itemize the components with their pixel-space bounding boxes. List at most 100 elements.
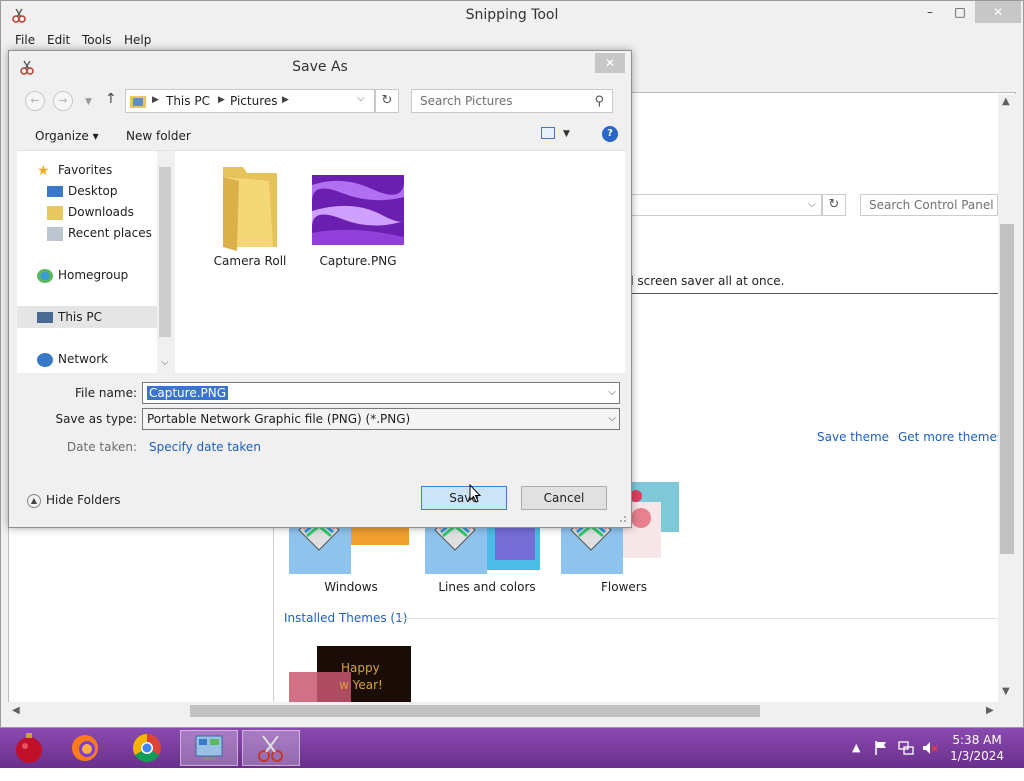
svg-text:Happy: Happy: [341, 661, 380, 675]
new-folder-button[interactable]: New folder: [126, 129, 191, 143]
clock-date: 1/3/2024: [950, 749, 1004, 763]
scroll-left-icon[interactable]: ◀: [12, 705, 20, 716]
file-item-camera-roll[interactable]: Camera Roll: [195, 159, 305, 268]
captured-description: d screen saver all at once.: [626, 274, 785, 288]
save-as-dialog: Save As ✕ ← → ▼ ↑ ▶ This PC ▶ Pictures ▶…: [8, 50, 632, 528]
vertical-scrollbar[interactable]: ▲ ▼: [998, 94, 1016, 702]
nav-item-downloads[interactable]: Downloads: [47, 205, 134, 220]
nav-item-favorites[interactable]: ★ Favorites: [37, 163, 112, 178]
mouse-cursor-icon: [469, 484, 481, 503]
captured-refresh-icon: ↻: [822, 194, 846, 216]
network-icon: [37, 352, 53, 367]
captured-search-box: Search Control Panel: [860, 194, 998, 216]
nav-pane-scrollbar[interactable]: ⌵: [157, 151, 173, 373]
change-view-icon[interactable]: [541, 127, 555, 139]
taskbar-snipping-tool[interactable]: [242, 730, 300, 766]
nav-item-network[interactable]: Network: [37, 352, 108, 367]
view-options-chevron-icon[interactable]: ▼: [563, 129, 570, 139]
breadcrumb-chevron-icon: ▶: [152, 95, 159, 105]
nav-item-recent-places[interactable]: Recent places: [47, 226, 152, 241]
search-placeholder: Search Pictures: [420, 94, 513, 108]
file-name-label: Camera Roll: [213, 254, 287, 268]
maximize-button[interactable]: □: [945, 1, 975, 23]
show-hidden-icons-chevron-icon[interactable]: ▲: [852, 741, 860, 781]
start-button[interactable]: [0, 730, 58, 766]
back-icon[interactable]: ←: [25, 91, 45, 111]
minimize-button[interactable]: –: [915, 1, 945, 23]
save-button[interactable]: Save: [421, 486, 507, 510]
breadcrumb-this-pc[interactable]: This PC: [166, 94, 210, 108]
file-name-label: Capture.PNG: [319, 254, 397, 268]
resize-grip-icon[interactable]: [617, 513, 627, 523]
dialog-close-button[interactable]: ✕: [595, 53, 625, 73]
scroll-down-icon[interactable]: ▼: [1002, 686, 1010, 697]
up-arrow-icon[interactable]: ↑: [105, 91, 117, 107]
taskbar-firefox[interactable]: [56, 730, 114, 766]
horizontal-scroll-thumb[interactable]: [190, 705, 760, 717]
close-button[interactable]: ✕: [975, 1, 1021, 23]
search-icon[interactable]: ⚲: [594, 94, 604, 109]
breadcrumb-pictures[interactable]: Pictures: [230, 94, 278, 108]
captured-address-bar: [626, 194, 822, 216]
save-type-select[interactable]: Portable Network Graphic file (PNG) (*.P…: [142, 408, 620, 430]
nav-item-this-pc[interactable]: This PC: [37, 310, 102, 324]
menu-edit[interactable]: Edit: [47, 33, 70, 47]
window-title: Snipping Tool: [465, 7, 559, 23]
forward-icon[interactable]: →: [53, 91, 73, 111]
recent-places-icon: [47, 226, 63, 241]
menu-bar: File Edit Tools Help: [1, 31, 1023, 51]
svg-text:w Year!: w Year!: [339, 678, 383, 692]
cancel-button[interactable]: Cancel: [521, 486, 607, 510]
chevron-down-icon[interactable]: ⌵: [608, 387, 616, 398]
scroll-up-icon[interactable]: ▲: [1002, 96, 1010, 107]
firefox-icon: [72, 735, 98, 761]
specify-date-link[interactable]: Specify date taken: [149, 440, 261, 454]
help-icon[interactable]: ?: [602, 126, 618, 142]
get-more-themes-link: Get more themes c: [898, 430, 998, 444]
control-panel-icon: [195, 735, 223, 760]
address-bar[interactable]: ▶ This PC ▶ Pictures ▶: [125, 89, 375, 113]
file-name-input[interactable]: Capture.PNG ⌵: [142, 382, 620, 404]
installed-themes-label: Installed Themes (1): [284, 611, 408, 625]
search-input[interactable]: Search Pictures ⚲: [411, 89, 613, 113]
homegroup-icon: [37, 268, 53, 283]
clock-time: 5:38 AM: [952, 733, 1002, 747]
menu-file[interactable]: File: [15, 33, 35, 47]
dialog-title: Save As: [292, 59, 348, 75]
new-year-theme-thumbnail: Happy w Year!: [289, 646, 411, 702]
horizontal-scrollbar[interactable]: ◀ ▶: [8, 702, 1016, 720]
nav-item-homegroup[interactable]: Homegroup: [37, 268, 128, 283]
ornament-start-icon: [16, 733, 42, 763]
action-center-flag-icon[interactable]: [874, 740, 888, 756]
save-type-label: Save as type:: [55, 412, 137, 426]
volume-muted-icon[interactable]: [922, 740, 938, 756]
vertical-scroll-thumb[interactable]: [1000, 224, 1014, 554]
file-item-capture-png[interactable]: Capture.PNG: [303, 175, 413, 268]
captured-divider: [626, 293, 998, 294]
organize-button[interactable]: Organize ▾: [35, 129, 99, 143]
taskbar-chrome[interactable]: [118, 730, 176, 766]
network-tray-icon[interactable]: [898, 740, 914, 756]
save-type-value: Portable Network Graphic file (PNG) (*.P…: [147, 412, 411, 426]
chevron-down-icon[interactable]: ⌵: [608, 413, 616, 424]
system-clock[interactable]: 5:38 AM 1/3/2024: [950, 732, 1004, 764]
chevron-up-icon: ▲: [27, 493, 41, 508]
save-theme-link: Save theme: [817, 430, 890, 444]
hide-folders-button[interactable]: ▲ Hide Folders: [27, 493, 121, 508]
menu-tools[interactable]: Tools: [82, 33, 112, 47]
address-dropdown-icon[interactable]: ⌵: [357, 93, 365, 104]
nav-scroll-thumb[interactable]: [159, 167, 171, 337]
computer-icon: [37, 312, 53, 323]
chrome-icon: [133, 734, 161, 762]
recent-locations-chevron-icon[interactable]: ▼: [85, 97, 92, 107]
menu-help[interactable]: Help: [124, 33, 151, 47]
scroll-right-icon[interactable]: ▶: [986, 705, 994, 716]
refresh-icon[interactable]: ↻: [375, 89, 399, 113]
file-name-label: File name:: [75, 386, 137, 400]
nav-item-desktop[interactable]: Desktop: [47, 184, 118, 198]
pictures-folder-icon: [130, 96, 146, 108]
chevron-down-icon[interactable]: ⌵: [161, 357, 169, 368]
title-bar[interactable]: Snipping Tool – □ ✕: [1, 1, 1023, 31]
file-name-value: Capture.PNG: [147, 386, 229, 400]
taskbar-control-panel[interactable]: [180, 730, 238, 766]
